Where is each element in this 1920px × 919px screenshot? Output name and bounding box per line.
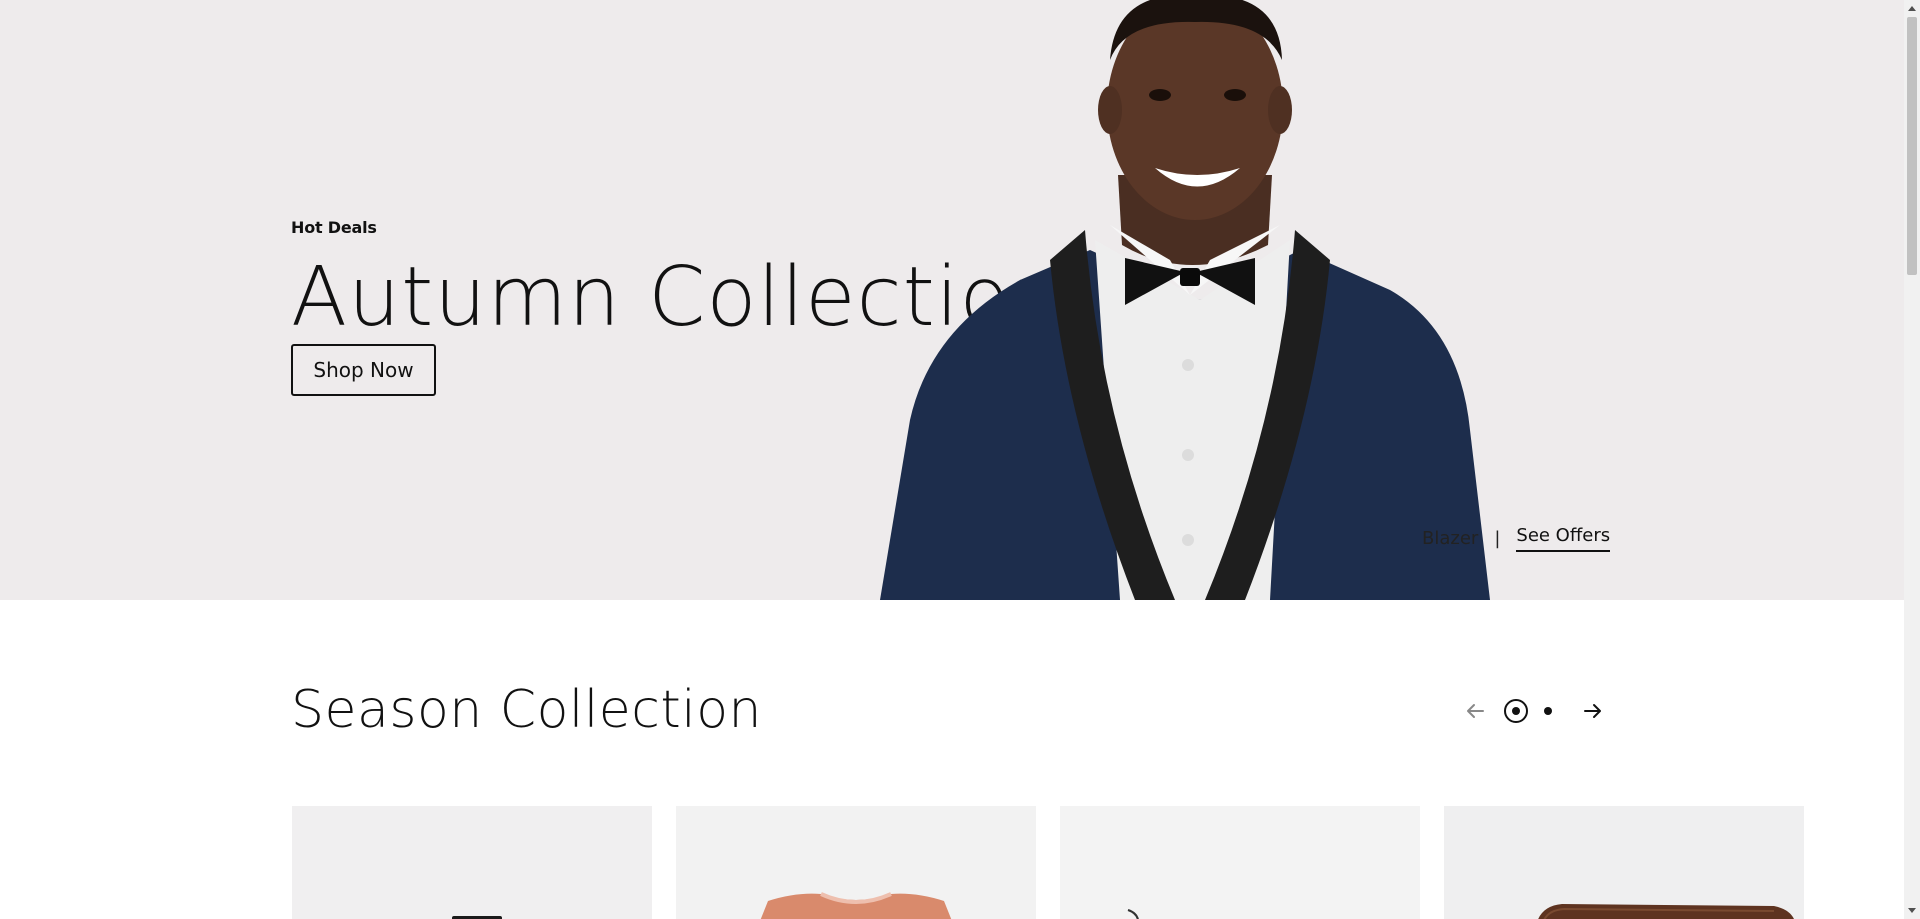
page: Hot Deals Autumn Collection Shop Now Bla… — [0, 0, 1904, 919]
arrow-right-icon — [1584, 704, 1601, 718]
hero-model-image — [880, 0, 1490, 600]
product-card[interactable] — [676, 806, 1036, 919]
shop-now-button[interactable]: Shop Now — [291, 344, 436, 396]
hero-links: Blazer | See Offers — [1422, 525, 1611, 552]
product-card[interactable] — [1060, 806, 1420, 919]
season-collection-title: Season Collection — [291, 680, 762, 740]
season-slider-controls — [1460, 696, 1608, 726]
product-image-hanger-item — [1127, 909, 1139, 919]
arrow-left-icon — [1467, 704, 1484, 718]
product-card[interactable] — [292, 806, 652, 919]
see-offers-link[interactable]: See Offers — [1516, 525, 1611, 552]
hero-banner: Hot Deals Autumn Collection Shop Now Bla… — [0, 0, 1904, 600]
slider-dot-2[interactable] — [1544, 707, 1552, 715]
product-image-dark-item — [452, 916, 502, 919]
slider-next-button[interactable] — [1578, 696, 1608, 726]
scroll-up-arrow-icon[interactable] — [1904, 0, 1920, 16]
product-card[interactable] — [1444, 806, 1804, 919]
vertical-scrollbar[interactable] — [1904, 0, 1920, 919]
product-image-brown-leather-bag — [1538, 904, 1794, 919]
slider-dot-1-center — [1512, 707, 1520, 715]
product-image-salmon-tshirt — [760, 892, 952, 919]
slider-prev-button[interactable] — [1460, 696, 1490, 726]
slider-dot-1[interactable] — [1504, 699, 1528, 723]
hero-link-separator: | — [1494, 528, 1501, 549]
scrollbar-thumb[interactable] — [1907, 17, 1917, 275]
scroll-down-arrow-icon[interactable] — [1904, 903, 1920, 919]
blazer-link[interactable]: Blazer — [1422, 528, 1478, 549]
product-card-row — [292, 806, 1804, 919]
